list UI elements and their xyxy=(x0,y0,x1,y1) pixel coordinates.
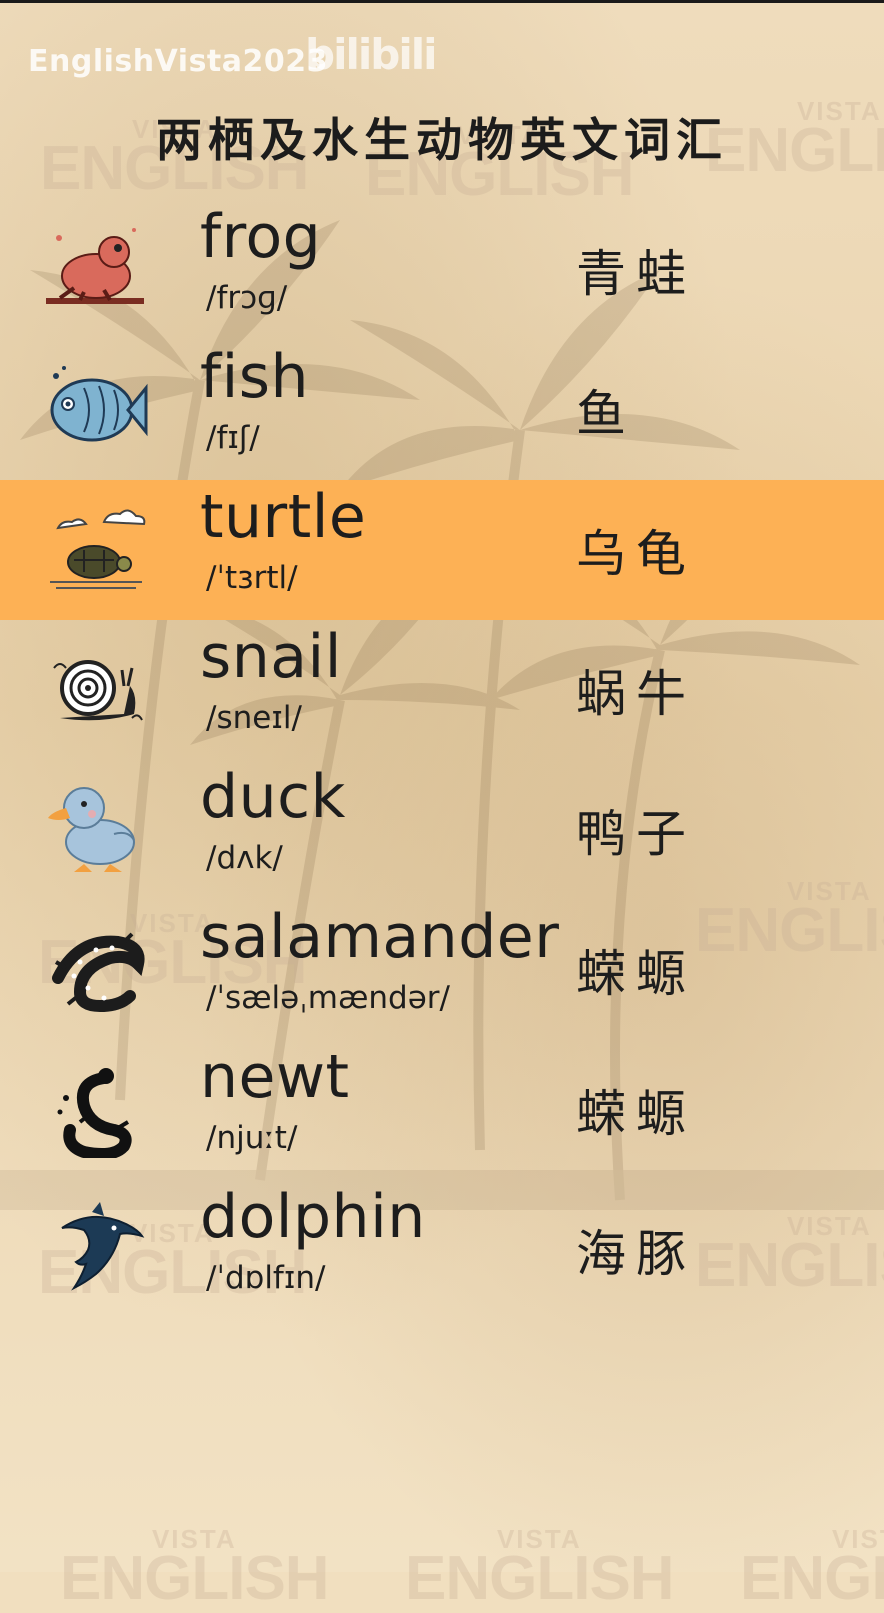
vocab-row-salamander: salamander /ˈsæləˌmændər/ 蝾螈 xyxy=(0,900,884,1040)
vocab-row-frog: frog /frɔɡ/ 青蛙 xyxy=(0,200,884,340)
snail-icon xyxy=(53,660,143,721)
phonetic: /sneɪl/ xyxy=(206,700,302,736)
vocab-row-duck: duck /dʌk/ 鸭子 xyxy=(0,760,884,900)
turtle-icon xyxy=(50,509,146,589)
english-word: snail xyxy=(200,622,342,692)
english-word: frog xyxy=(200,202,322,272)
salamander-icon xyxy=(52,932,145,1013)
phonetic: /ˈdɒlfɪn/ xyxy=(206,1260,326,1296)
channel-name: EnglishVista2023 xyxy=(28,44,329,79)
top-edge xyxy=(0,0,884,3)
watermark: VISTAENGLISH xyxy=(60,1524,330,1613)
watermark: VISTAENGLISH xyxy=(740,1524,884,1613)
phonetic: /dʌk/ xyxy=(206,840,283,876)
chinese-translation: 鸭子 xyxy=(576,805,696,863)
newt-icon xyxy=(57,1068,132,1158)
chinese-translation: 青蛙 xyxy=(576,245,696,303)
page-title: 两栖及水生动物英文词汇 xyxy=(156,113,728,167)
english-word: salamander xyxy=(200,902,560,972)
english-word: newt xyxy=(200,1042,350,1112)
vocab-row-turtle: turtle /ˈtɜrtl/ 乌龟 xyxy=(0,480,884,620)
phonetic: /ˈsæləˌmændər/ xyxy=(206,980,450,1016)
english-word: fish xyxy=(200,342,310,412)
frog-icon xyxy=(46,228,144,304)
english-word: duck xyxy=(200,762,346,832)
chinese-translation: 海豚 xyxy=(576,1225,696,1283)
vocab-row-fish: fish /fɪʃ/ 鱼 xyxy=(0,340,884,480)
phonetic: /frɔɡ/ xyxy=(206,280,288,316)
chinese-translation: 乌龟 xyxy=(576,525,696,583)
vocab-row-newt: newt /njuːt/ 蝾螈 xyxy=(0,1040,884,1180)
phonetic: /fɪʃ/ xyxy=(206,420,260,456)
chinese-translation: 蝾螈 xyxy=(576,1085,696,1143)
dolphin-icon xyxy=(61,1202,145,1291)
bilibili-logo: bilibili xyxy=(305,30,438,79)
chinese-translation: 蜗牛 xyxy=(576,665,696,723)
vocab-row-snail: snail /sneɪl/ 蜗牛 xyxy=(0,620,884,760)
phonetic: /ˈtɜrtl/ xyxy=(206,560,298,596)
watermark: VISTAENGLISH xyxy=(405,1524,675,1613)
chinese-translation: 蝾螈 xyxy=(576,945,696,1003)
english-word: dolphin xyxy=(200,1182,426,1252)
duck-icon xyxy=(48,787,135,872)
fish-icon xyxy=(50,366,148,442)
english-word: turtle xyxy=(200,482,367,552)
chinese-translation: 鱼 xyxy=(576,385,636,443)
phonetic: /njuːt/ xyxy=(206,1120,298,1156)
vocab-row-dolphin: dolphin /ˈdɒlfɪn/ 海豚 xyxy=(0,1180,884,1320)
